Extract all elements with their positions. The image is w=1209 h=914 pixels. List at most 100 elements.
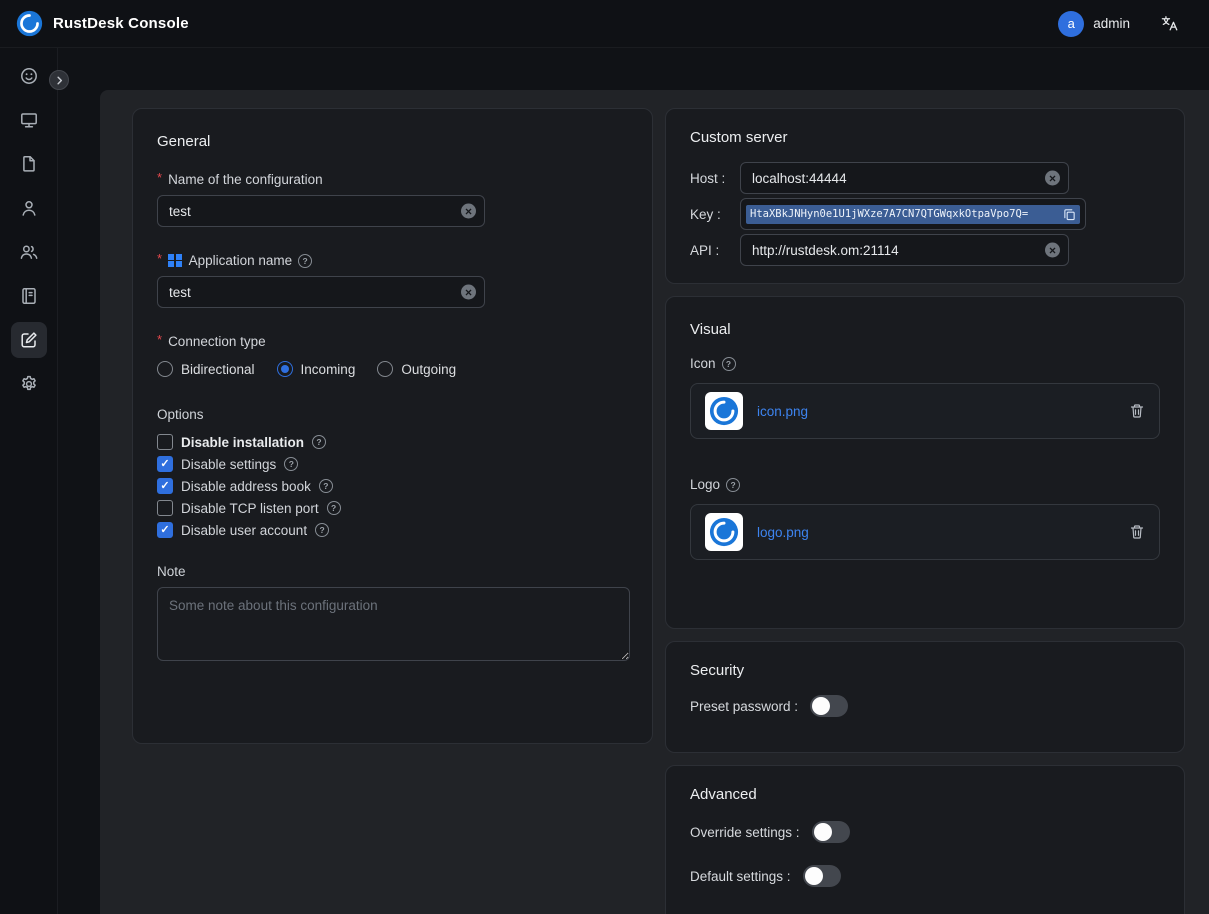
config-name-input-wrap [157, 195, 485, 227]
document-icon [19, 154, 39, 174]
checkbox-label: Disable installation [181, 435, 304, 450]
monitor-icon [19, 110, 39, 130]
general-card: General Name of the configuration Applic… [132, 108, 653, 744]
config-name-input[interactable] [157, 195, 485, 227]
edit-icon [19, 330, 39, 350]
security-title: Security [690, 662, 1160, 679]
sidebar-item-groups[interactable] [11, 234, 47, 270]
rustdesk-console-app: RustDesk Console a admin [0, 0, 1209, 914]
default-settings-row: Default settings : [690, 861, 1160, 891]
override-settings-toggle[interactable] [812, 821, 850, 843]
icon-label: Icon [690, 356, 716, 371]
radio-circle [277, 361, 293, 377]
checkbox-disable-tcp-listen-port[interactable]: Disable TCP listen port [157, 500, 628, 516]
help-icon[interactable] [327, 501, 341, 515]
note-label: Note [157, 564, 628, 579]
checkbox-disable-address-book[interactable]: Disable address book [157, 478, 628, 494]
api-input[interactable] [740, 234, 1069, 266]
key-value: HtaXBkJNHyn0e1U1jWXze7A7CN7QTGWqxkOtpaVp… [750, 208, 1028, 220]
logo-label-row: Logo [690, 477, 1160, 492]
checkbox-box [157, 522, 173, 538]
host-input[interactable] [740, 162, 1069, 194]
app-name-help-icon[interactable] [298, 254, 312, 268]
sidebar-item-documents[interactable] [11, 146, 47, 182]
app-title: RustDesk Console [53, 15, 189, 32]
sidebar-item-devices[interactable] [11, 102, 47, 138]
help-icon[interactable] [315, 523, 329, 537]
required-marker [157, 251, 162, 266]
preset-password-row: Preset password : [690, 691, 1160, 721]
note-textarea[interactable] [157, 587, 630, 661]
advanced-card: Advanced Override settings : Default set… [665, 765, 1185, 914]
content-panel: General Name of the configuration Applic… [100, 90, 1209, 914]
trash-icon[interactable] [1129, 403, 1145, 419]
clear-app-name-icon[interactable] [461, 285, 476, 300]
toggle-knob [812, 697, 830, 715]
checkbox-label: Disable address book [181, 479, 311, 494]
translate-icon[interactable] [1160, 14, 1179, 33]
journal-icon [19, 286, 39, 306]
key-row: Key : HtaXBkJNHyn0e1U1jWXze7A7CN7QTGWqxk… [690, 198, 1160, 230]
host-label: Host : [690, 171, 740, 186]
radio-circle [377, 361, 393, 377]
radio-incoming[interactable]: Incoming [277, 361, 356, 377]
override-settings-row: Override settings : [690, 817, 1160, 847]
avatar[interactable]: a [1058, 11, 1084, 37]
radio-outgoing[interactable]: Outgoing [377, 361, 456, 377]
copy-icon[interactable] [1063, 208, 1076, 221]
toggle-knob [814, 823, 832, 841]
windows-logo-icon [168, 254, 182, 268]
app-name-input[interactable] [157, 276, 485, 308]
sidebar-expand-button[interactable] [49, 70, 69, 90]
required-marker [157, 170, 162, 185]
checkbox-disable-installation[interactable]: Disable installation [157, 434, 628, 450]
visual-card: Visual Icon icon.png Logo [665, 296, 1185, 629]
host-input-wrap [740, 162, 1069, 194]
options-label: Options [157, 407, 628, 422]
config-name-field: Name of the configuration [157, 172, 628, 227]
logo-file-link[interactable]: logo.png [757, 525, 809, 540]
sidebar-item-custom-client[interactable] [11, 322, 47, 358]
sidebar-item-settings[interactable] [11, 366, 47, 402]
clear-host-icon[interactable] [1045, 171, 1060, 186]
clear-config-name-icon[interactable] [461, 204, 476, 219]
sidebar-item-home[interactable] [11, 58, 47, 94]
top-bar: RustDesk Console a admin [0, 0, 1209, 48]
checkbox-label: Disable user account [181, 523, 307, 538]
help-icon[interactable] [319, 479, 333, 493]
icon-file-link[interactable]: icon.png [757, 404, 808, 419]
key-selection: HtaXBkJNHyn0e1U1jWXze7A7CN7QTGWqxkOtpaVp… [746, 205, 1080, 224]
options-group: Disable installation Disable settings Di… [157, 434, 628, 538]
app-name-field: Application name [157, 253, 628, 308]
security-card: Security Preset password : [665, 641, 1185, 753]
preset-password-toggle[interactable] [810, 695, 848, 717]
icon-label-row: Icon [690, 356, 1160, 371]
key-field[interactable]: HtaXBkJNHyn0e1U1jWXze7A7CN7QTGWqxkOtpaVp… [740, 198, 1086, 230]
trash-icon[interactable] [1129, 524, 1145, 540]
user-icon [19, 198, 39, 218]
sidebar-item-audit[interactable] [11, 278, 47, 314]
checkbox-disable-settings[interactable]: Disable settings [157, 456, 628, 472]
default-settings-toggle[interactable] [803, 865, 841, 887]
host-row: Host : [690, 162, 1160, 194]
general-title: General [157, 133, 628, 150]
gear-icon [19, 374, 39, 394]
sidebar-item-users[interactable] [11, 190, 47, 226]
clear-api-icon[interactable] [1045, 243, 1060, 258]
custom-server-title: Custom server [690, 129, 1160, 146]
help-icon[interactable] [312, 435, 326, 449]
help-icon[interactable] [284, 457, 298, 471]
icon-help-icon[interactable] [722, 357, 736, 371]
default-settings-label: Default settings : [690, 869, 791, 884]
checkbox-box [157, 456, 173, 472]
override-settings-label: Override settings : [690, 825, 800, 840]
logo-help-icon[interactable] [726, 478, 740, 492]
checkbox-label: Disable settings [181, 457, 276, 472]
key-label: Key : [690, 207, 740, 222]
radio-bidirectional[interactable]: Bidirectional [157, 361, 255, 377]
checkbox-disable-user-account[interactable]: Disable user account [157, 522, 628, 538]
icon-preview [705, 392, 743, 430]
checkbox-box [157, 478, 173, 494]
user-name[interactable]: admin [1093, 16, 1130, 31]
brand: RustDesk Console [16, 10, 189, 37]
